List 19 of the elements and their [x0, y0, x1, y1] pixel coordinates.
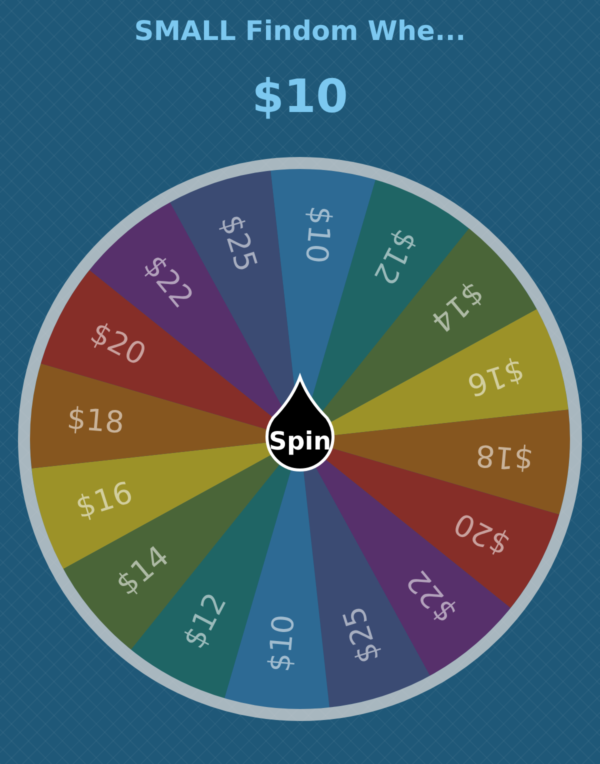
wheel-title: SMALL Findom Whe... [134, 16, 466, 47]
segment-label: $14 [110, 539, 176, 603]
segment-label: $12 [366, 224, 424, 290]
segment-label: $20 [84, 316, 152, 373]
segment-label: $22 [136, 248, 200, 315]
result-amount: $10 [252, 69, 348, 123]
segment-label: $14 [424, 275, 490, 339]
segment-label: $22 [400, 563, 464, 630]
segment-label: $10 [262, 613, 302, 674]
segment-label: $12 [176, 588, 234, 654]
segment-label: $18 [474, 436, 534, 477]
segment-label: $20 [448, 505, 516, 562]
segment-label: $10 [298, 204, 338, 265]
segment-label: $25 [213, 210, 264, 276]
segment-label: $16 [463, 352, 528, 403]
spin-button[interactable]: Spin [266, 376, 334, 472]
segment-label: $25 [336, 602, 387, 668]
segment-label: $18 [66, 401, 126, 442]
segment-label: $16 [72, 475, 137, 526]
